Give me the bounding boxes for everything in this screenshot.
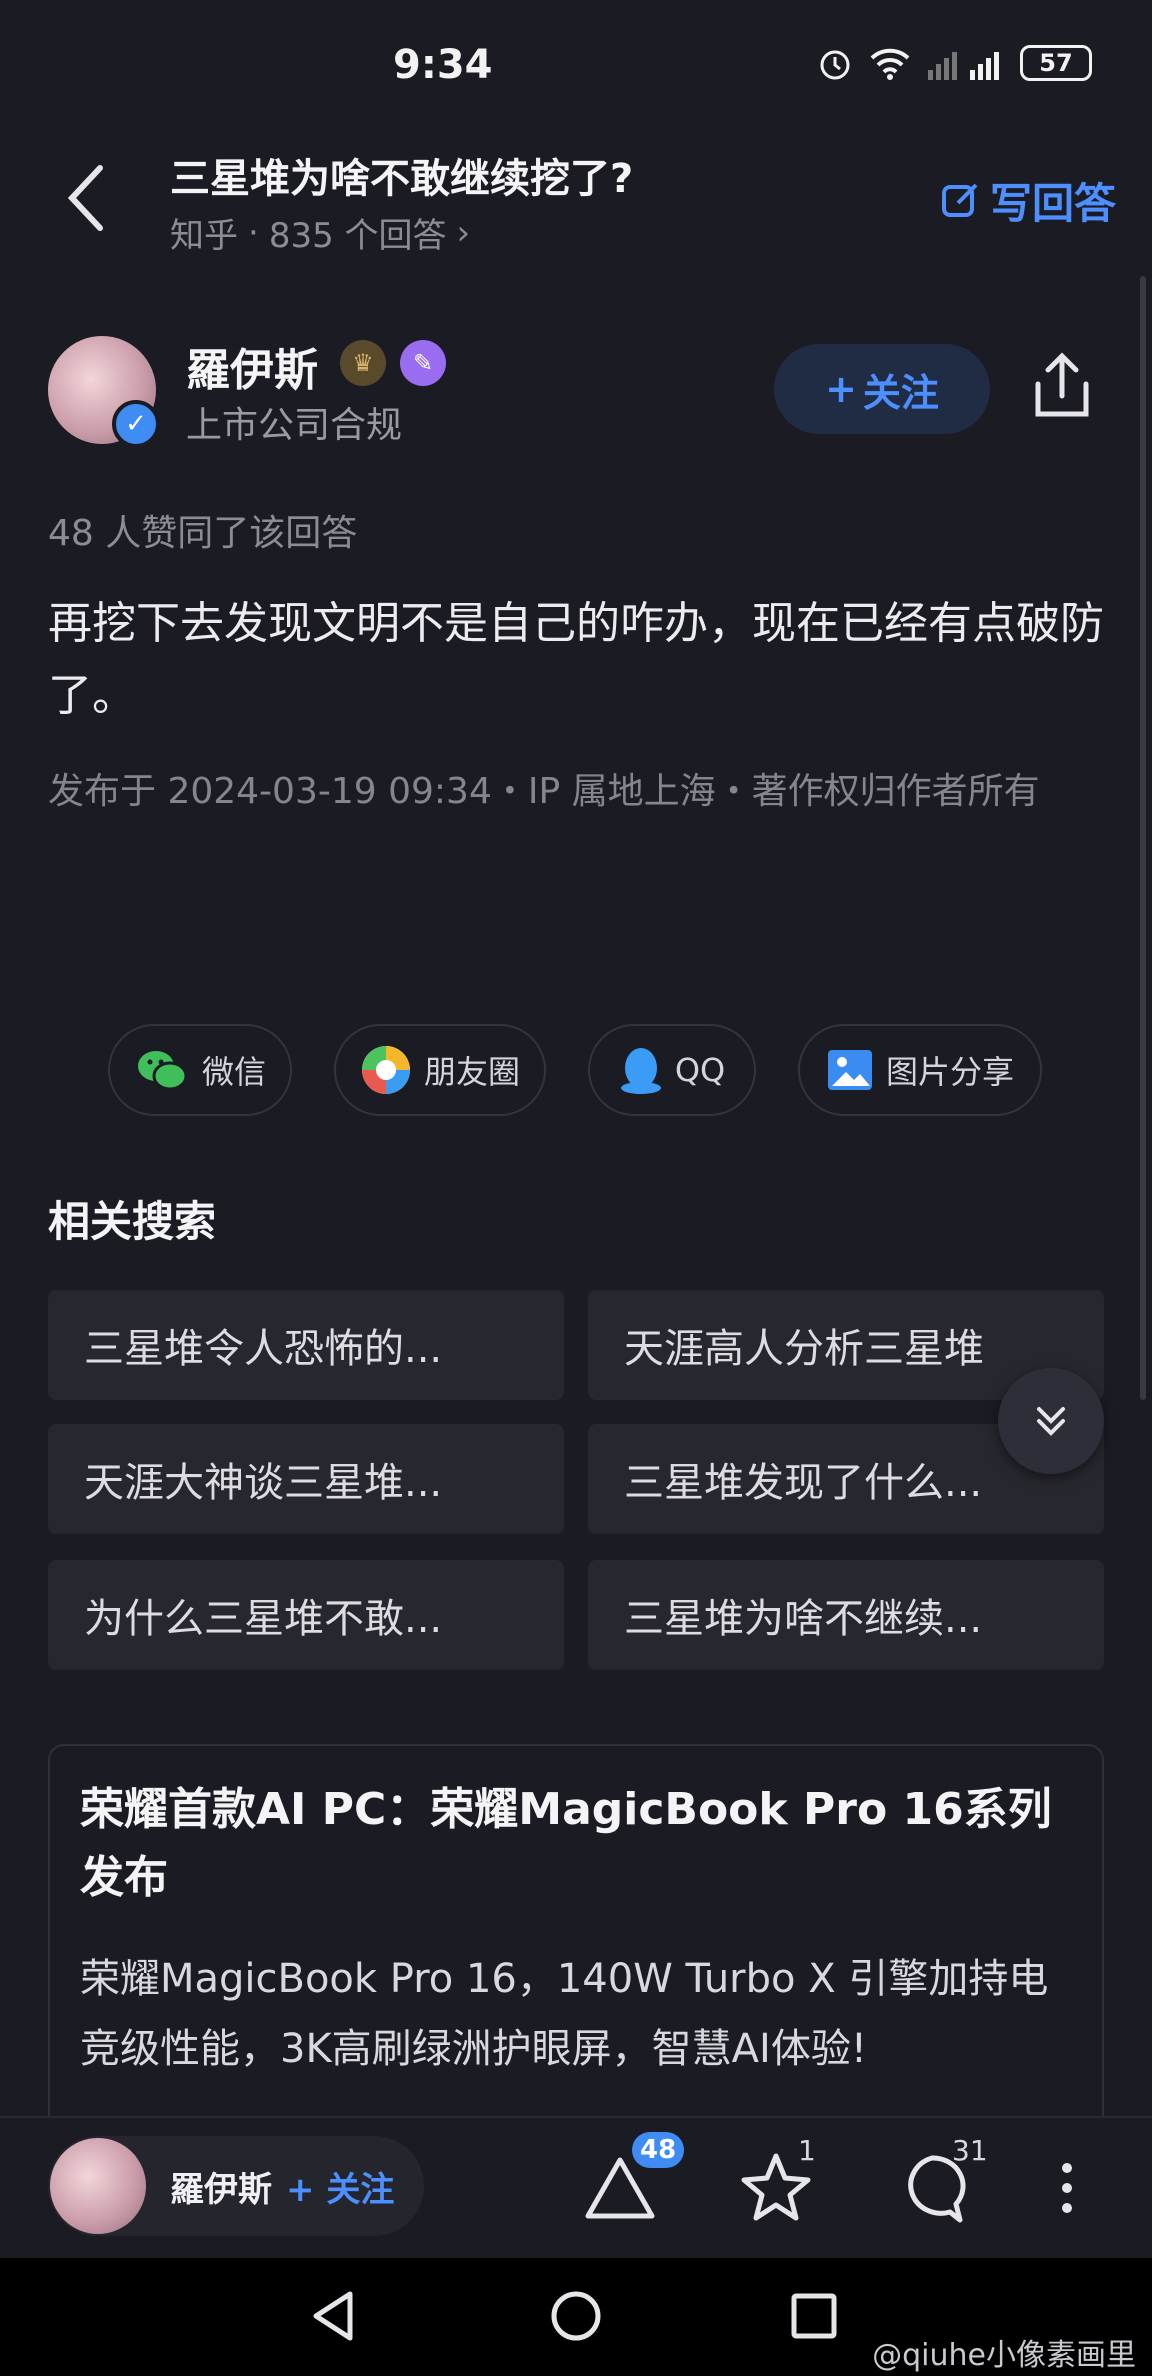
favorite-count: 1	[798, 2134, 816, 2167]
related-search-item[interactable]: 天涯大神谈三星堆...	[48, 1424, 564, 1534]
verified-icon: ✓	[112, 400, 160, 448]
alarm-icon	[820, 50, 850, 80]
answer-meta: 发布于 2024-03-19 09:34・IP 属地上海・著作权归作者所有	[48, 771, 1040, 812]
back-icon[interactable]	[60, 160, 110, 236]
share-label: 微信	[201, 1053, 266, 1091]
edit-icon	[941, 183, 978, 217]
separator-dot: ·	[248, 212, 259, 253]
moments-icon	[361, 1046, 410, 1094]
signal-icon	[928, 52, 999, 80]
ad-description: 荣耀MagicBook Pro 16，140W Turbo X 引擎加持电竞级性…	[80, 1956, 1049, 2072]
comment-count: 31	[952, 2134, 988, 2167]
watermark: @qiuhe小像素画里	[872, 2338, 1136, 2373]
related-search-title: 相关搜索	[48, 1197, 217, 1246]
status-time: 9:34	[393, 42, 493, 88]
share-moments-button[interactable]: 朋友圈	[334, 1024, 546, 1116]
chevron-right-icon: ›	[456, 212, 471, 253]
avatar	[50, 2138, 146, 2234]
answer-count: 835 个回答	[268, 216, 447, 256]
related-search-item[interactable]: 三星堆为啥不继续...	[588, 1560, 1104, 1670]
answer-content: 再挖下去发现文明不是自己的咋办，现在已经有点破防了。	[48, 598, 1104, 721]
wifi-icon	[870, 48, 910, 80]
image-share-icon	[827, 1050, 872, 1090]
crown-badge-icon: ♛	[340, 340, 386, 386]
follow-button[interactable]: + 关注	[774, 344, 990, 434]
double-chevron-down-icon	[1037, 1407, 1065, 1436]
share-qq-button[interactable]: QQ	[588, 1024, 756, 1116]
write-answer-button[interactable]: 写回答	[940, 170, 1116, 231]
bottom-author-chip[interactable]: 羅伊斯 + 关注	[48, 2136, 424, 2236]
question-source[interactable]: 知乎 · 835 个回答 ›	[170, 208, 470, 257]
nav-back-icon[interactable]	[306, 2288, 362, 2344]
related-search-item[interactable]: 为什么三星堆不敢...	[48, 1560, 564, 1670]
battery-icon: 57	[1020, 45, 1092, 81]
qq-icon	[620, 1048, 661, 1094]
bottom-follow-button[interactable]: + 关注	[286, 2162, 394, 2211]
likes-count: 48 人赞同了该回答	[48, 513, 358, 554]
follow-label: 关注	[862, 370, 939, 415]
author-name[interactable]: 羅伊斯	[186, 334, 318, 398]
bottom-author-name: 羅伊斯	[170, 2169, 272, 2210]
collapse-button[interactable]	[998, 1368, 1104, 1474]
wechat-icon	[137, 1051, 188, 1091]
share-label: 朋友圈	[423, 1053, 520, 1091]
author-title: 上市公司合规	[186, 405, 403, 446]
scrollbar[interactable]	[1140, 276, 1146, 1400]
share-label: 图片分享	[885, 1053, 1014, 1091]
question-title[interactable]: 三星堆为啥不敢继续挖了?	[170, 146, 633, 204]
creator-badge-icon: ✎	[400, 340, 446, 386]
share-wechat-button[interactable]: 微信	[108, 1024, 292, 1116]
source-label: 知乎	[170, 216, 238, 256]
plus-icon: +	[825, 367, 857, 411]
vote-count-badge: 48	[632, 2132, 685, 2168]
nav-home-icon[interactable]	[548, 2288, 604, 2344]
status-icons: 57	[816, 44, 1092, 82]
write-answer-label: 写回答	[989, 179, 1116, 228]
nav-recents-icon[interactable]	[788, 2290, 840, 2342]
more-icon[interactable]	[1030, 2148, 1104, 2228]
share-icon[interactable]	[1030, 350, 1094, 422]
share-image-button[interactable]: 图片分享	[798, 1024, 1042, 1116]
related-search-item[interactable]: 三星堆令人恐怖的...	[48, 1290, 564, 1400]
ad-title[interactable]: 荣耀首款AI PC：荣耀MagicBook Pro 16系列发布	[80, 1776, 1080, 1912]
share-label: QQ	[674, 1051, 726, 1089]
